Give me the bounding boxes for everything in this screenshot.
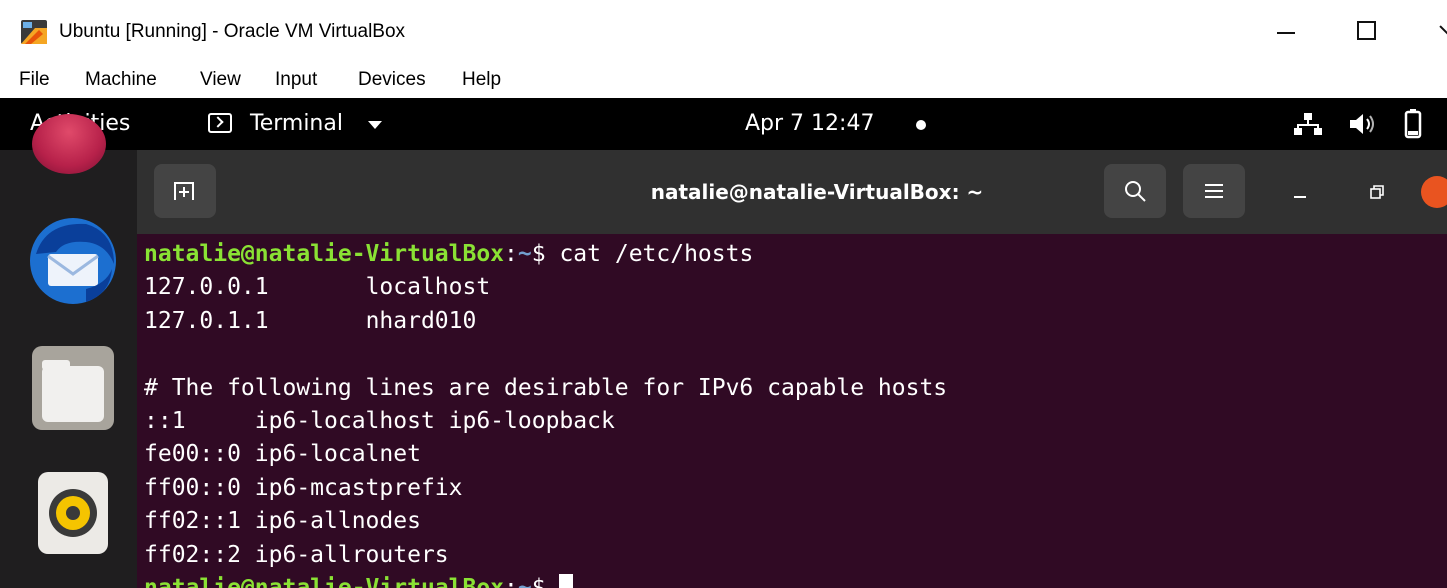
- output-line: 127.0.0.1 localhost: [144, 274, 491, 301]
- output-line: ff02::2 ip6-allrouters: [144, 541, 449, 568]
- terminal-close-button[interactable]: [1421, 176, 1447, 208]
- menu-button[interactable]: [1183, 164, 1245, 218]
- menu-machine[interactable]: Machine: [85, 68, 157, 92]
- menu-devices[interactable]: Devices: [358, 68, 426, 92]
- terminal-output[interactable]: natalie@natalie-VirtualBox:~$ cat /etc/h…: [144, 238, 1444, 588]
- new-tab-button[interactable]: [154, 164, 216, 218]
- menu-view[interactable]: View: [200, 68, 241, 92]
- menu-input[interactable]: Input: [275, 68, 317, 92]
- command-text: cat /etc/hosts: [559, 241, 754, 267]
- terminal-icon: [208, 113, 232, 133]
- battery-icon[interactable]: [1404, 109, 1422, 139]
- vbox-menu-bar: File Machine View Input Devices Help: [0, 62, 1447, 98]
- virtualbox-icon: [21, 20, 47, 44]
- search-button[interactable]: [1104, 164, 1166, 218]
- volume-icon[interactable]: [1348, 111, 1376, 137]
- restore-icon: [1370, 185, 1384, 199]
- output-line: fe00::0 ip6-localnet: [144, 441, 421, 468]
- menu-help[interactable]: Help: [462, 68, 501, 92]
- text-cursor: [559, 573, 574, 588]
- terminal-title: natalie@natalie-VirtualBox: ~: [650, 180, 984, 204]
- terminal-headerbar: natalie@natalie-VirtualBox: ~: [137, 150, 1447, 234]
- terminal-minimize-button[interactable]: [1275, 164, 1329, 218]
- active-prompt-line[interactable]: natalie@natalie-VirtualBox:~$: [144, 572, 1444, 588]
- ubuntu-software-icon[interactable]: [32, 114, 106, 174]
- rhythmbox-icon[interactable]: [38, 472, 108, 554]
- prompt-path: ~: [517, 574, 532, 588]
- terminal-window: natalie@natalie-VirtualBox: ~ natalie@na…: [137, 150, 1447, 588]
- output-line: ff02::1 ip6-allnodes: [144, 508, 421, 535]
- output-line: ::1 ip6-localhost ip6-loopback: [144, 407, 615, 434]
- gnome-top-bar: Activities Terminal Apr 7 12:47: [0, 98, 1447, 150]
- menu-file[interactable]: File: [19, 68, 50, 92]
- clock[interactable]: Apr 7 12:47: [745, 98, 874, 150]
- prompt-path: ~: [517, 241, 532, 267]
- new-tab-icon: [174, 182, 194, 200]
- files-icon[interactable]: [32, 346, 114, 430]
- output-line: 127.0.1.1 nhard010: [144, 307, 477, 334]
- chevron-down-icon: [368, 121, 382, 129]
- network-icon[interactable]: [1294, 112, 1322, 136]
- hamburger-menu-icon: [1205, 184, 1223, 198]
- notification-dot-icon: [916, 120, 926, 130]
- guest-display: Activities Terminal Apr 7 12:47: [0, 98, 1447, 588]
- minimize-button[interactable]: [1262, 14, 1312, 48]
- dock: [0, 114, 137, 588]
- thunderbird-icon[interactable]: [26, 214, 120, 308]
- window-title: Ubuntu [Running] - Oracle VM VirtualBox: [59, 21, 406, 42]
- minimize-icon: [1294, 196, 1306, 198]
- close-button[interactable]: [1428, 14, 1447, 48]
- search-icon: [1125, 181, 1146, 202]
- prompt-separator: :: [504, 241, 518, 267]
- prompt-user: natalie@natalie-VirtualBox: [144, 574, 505, 588]
- prompt-symbol: $: [531, 574, 560, 588]
- terminal-restore-button[interactable]: [1351, 164, 1405, 218]
- app-menu-terminal[interactable]: Terminal: [250, 98, 343, 150]
- prompt-line: natalie@natalie-VirtualBox:~$ cat /etc/h…: [144, 238, 1444, 271]
- output-line: ff00::0 ip6-mcastprefix: [144, 474, 463, 501]
- prompt-symbol: $: [531, 241, 560, 267]
- maximize-button[interactable]: [1345, 14, 1395, 48]
- prompt-user: natalie@natalie-VirtualBox: [144, 241, 505, 267]
- prompt-separator: :: [504, 574, 518, 588]
- host-window-titlebar: Ubuntu [Running] - Oracle VM VirtualBox: [0, 0, 1447, 62]
- output-line: # The following lines are desirable for …: [144, 374, 948, 401]
